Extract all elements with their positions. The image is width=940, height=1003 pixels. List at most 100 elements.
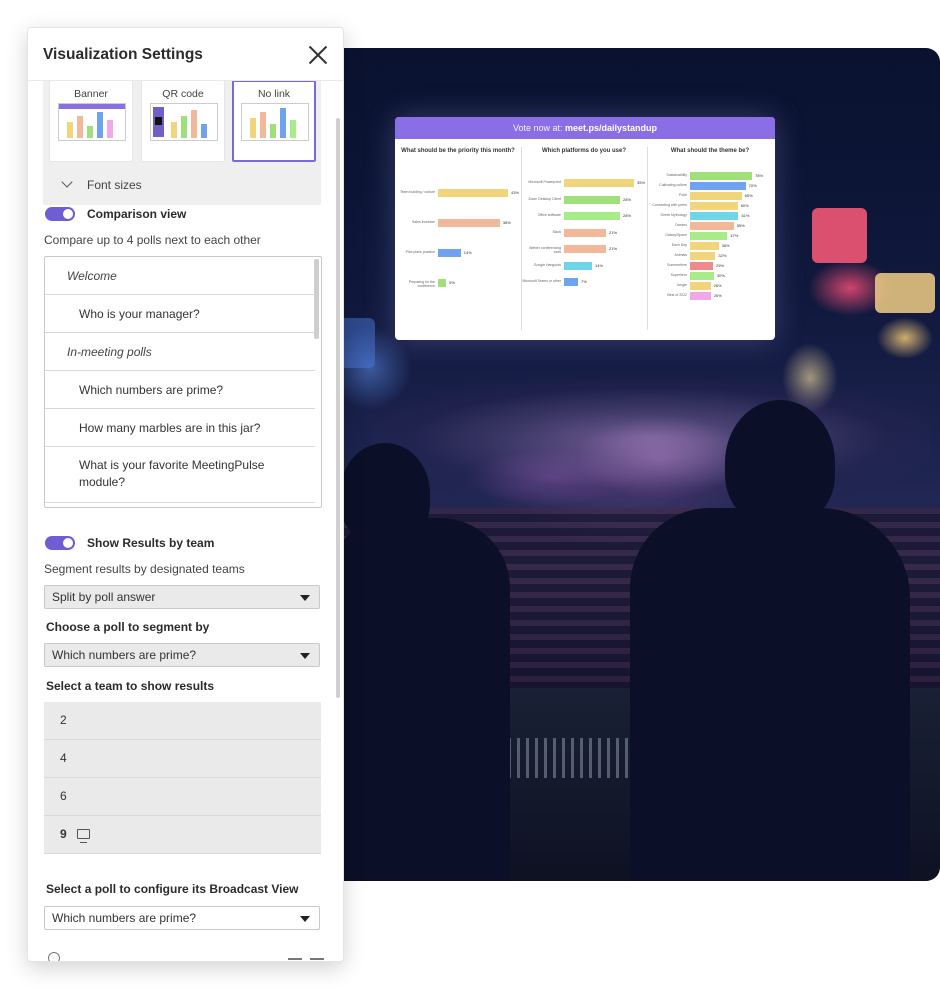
vote-prefix: Vote now at:: [512, 123, 563, 133]
projected-results-screen: Vote now at: meet.ps/dailystandup What s…: [395, 117, 775, 340]
team-item[interactable]: 2: [44, 702, 321, 740]
result-bar: [690, 192, 742, 200]
link-option-banner[interactable]: Banner: [49, 80, 133, 162]
result-bar-row: Connecting with peers 60%: [647, 202, 773, 210]
result-bar-row: Sustainability 78%: [647, 172, 773, 180]
choose-poll-label: Choose a poll to segment by: [46, 620, 210, 634]
result-bar-label: Pilot plans practice: [405, 250, 435, 254]
result-bar-label: Microsoft Powerpoint: [528, 180, 561, 184]
poll-item-module[interactable]: What is your favorite MeetingPulse modul…: [45, 447, 315, 503]
results-column: What should be the priority this month? T…: [395, 139, 521, 340]
result-bar-value: 28%: [623, 213, 632, 218]
result-bar: [564, 278, 578, 286]
monitor-icon: [76, 829, 90, 843]
result-bar-label: Greek Mythology: [660, 213, 687, 217]
font-sizes-toggle[interactable]: Font sizes: [61, 176, 142, 192]
result-bar-label: Slack: [552, 229, 561, 234]
qr-code-icon: [153, 107, 164, 137]
result-bar-row: Summertime 29%: [647, 262, 773, 270]
result-bar-value: 21%: [609, 246, 618, 251]
result-bar: [438, 279, 447, 287]
team-item[interactable]: 4: [44, 740, 321, 778]
result-bar: [690, 292, 711, 300]
team-item-broadcast[interactable]: 9: [44, 816, 321, 854]
result-bar-label: Best of 2022: [667, 293, 687, 297]
mixer-knobs: [490, 738, 640, 778]
poll-group-welcome[interactable]: Welcome: [45, 257, 315, 295]
result-bar-label: Google Hangouts: [533, 262, 561, 267]
result-bar-value: 65%: [744, 193, 753, 198]
result-bar-row: Each Day 36%: [647, 242, 773, 250]
select-team-label: Select a team to show results: [46, 679, 215, 693]
results-by-team-toggle[interactable]: [45, 536, 75, 550]
result-bar-label: Webex conferencing tools: [529, 246, 561, 254]
column-divider: [521, 147, 522, 330]
result-bar-value: 60%: [740, 203, 749, 208]
panel-scrollbar[interactable]: [336, 118, 340, 698]
result-bar-row: Microsoft Teams or other 7%: [521, 278, 647, 286]
result-bar-row: Office software 28%: [521, 212, 647, 220]
result-bar-row: Best of 2022 26%: [647, 292, 773, 300]
close-icon[interactable]: [308, 45, 328, 65]
poll-item-marbles[interactable]: How many marbles are in this jar?: [45, 409, 315, 447]
segment-poll-select[interactable]: Which numbers are prime?: [44, 643, 320, 667]
poll-list-scrollbar[interactable]: [314, 259, 319, 339]
result-bar-value: 78%: [755, 173, 764, 178]
poll-group-in-meeting[interactable]: In-meeting polls: [45, 333, 315, 371]
result-bar: [690, 242, 719, 250]
result-bar-row: Google Hangouts 14%: [521, 261, 647, 270]
result-bar-row: Greek Mythology 61%: [647, 212, 773, 220]
result-bar-label: Galaxy/Space: [665, 233, 687, 237]
comparison-view-toggle[interactable]: [45, 207, 75, 221]
vote-url: meet.ps/dailystandup: [565, 123, 658, 133]
result-bar-row: Oceans 55%: [647, 222, 773, 230]
broadcast-poll-value: Which numbers are prime?: [52, 911, 197, 925]
link-option-qr-code[interactable]: QR code: [141, 80, 225, 162]
result-bar-label: Each Day: [671, 243, 687, 247]
segment-description: Segment results by designated teams: [44, 562, 245, 576]
person-right-body: [630, 508, 910, 881]
team-list: 2 4 6 9: [44, 702, 321, 854]
result-bar-value: 38%: [502, 220, 511, 225]
team-label: 2: [60, 713, 67, 727]
result-bar: [690, 262, 714, 270]
results-columns: What should be the priority this month? T…: [395, 139, 775, 340]
poll-item-manager[interactable]: Who is your manager?: [45, 295, 315, 333]
result-bar-label: Animals: [674, 253, 687, 257]
result-bar-value: 26%: [713, 283, 722, 288]
poll-item-label: Who is your manager?: [79, 307, 200, 321]
result-bar: [690, 282, 711, 290]
comparison-view-description: Compare up to 4 polls next to each other: [44, 233, 261, 247]
segment-poll-value: Which numbers are prime?: [52, 648, 197, 662]
gear-icon[interactable]: [48, 952, 60, 961]
poll-item-label: Which numbers are prime?: [79, 383, 224, 397]
results-by-team-label: Show Results by team: [87, 536, 215, 550]
poll-item-prime[interactable]: Which numbers are prime?: [45, 371, 315, 409]
result-bar-row: Webex conferencing tools 21%: [521, 245, 647, 254]
result-bar-row: Slack 21%: [521, 228, 647, 237]
result-bar-label: Sales increase: [412, 220, 435, 224]
team-item[interactable]: 6: [44, 778, 321, 816]
result-bar: [438, 189, 508, 197]
result-bar-row: Microsoft Powerpoint 35%: [521, 179, 647, 187]
result-bar-row: Cultivating culture 70%: [647, 182, 773, 190]
result-bar-label: Microsoft Teams or other: [522, 279, 561, 283]
result-bar-row: Pilot plans practice 14%: [395, 249, 521, 257]
result-bar-label: Connecting with peers: [652, 203, 687, 207]
split-by-select[interactable]: Split by poll answer: [44, 585, 320, 609]
result-bar-row: Galaxy/Space 47%: [647, 232, 773, 240]
stage-light-yellow: [875, 273, 935, 313]
result-bar: [564, 228, 606, 237]
broadcast-poll-select[interactable]: Which numbers are prime?: [44, 906, 320, 930]
result-bar-row: Zoom Desktop Client 28%: [521, 195, 647, 204]
result-bar-label: Oceans: [674, 223, 687, 227]
result-bar-row: Superhero 30%: [647, 272, 773, 280]
poll-item-label: What is your favorite MeetingPulse modul…: [79, 458, 265, 489]
link-option-label: No link: [257, 88, 291, 100]
poll-group-label: Welcome: [67, 269, 117, 283]
link-option-no-link[interactable]: No link: [232, 80, 316, 162]
result-bar: [690, 202, 738, 210]
team-label: 6: [60, 789, 67, 803]
result-bar: [690, 222, 734, 230]
result-bar: [438, 219, 500, 227]
